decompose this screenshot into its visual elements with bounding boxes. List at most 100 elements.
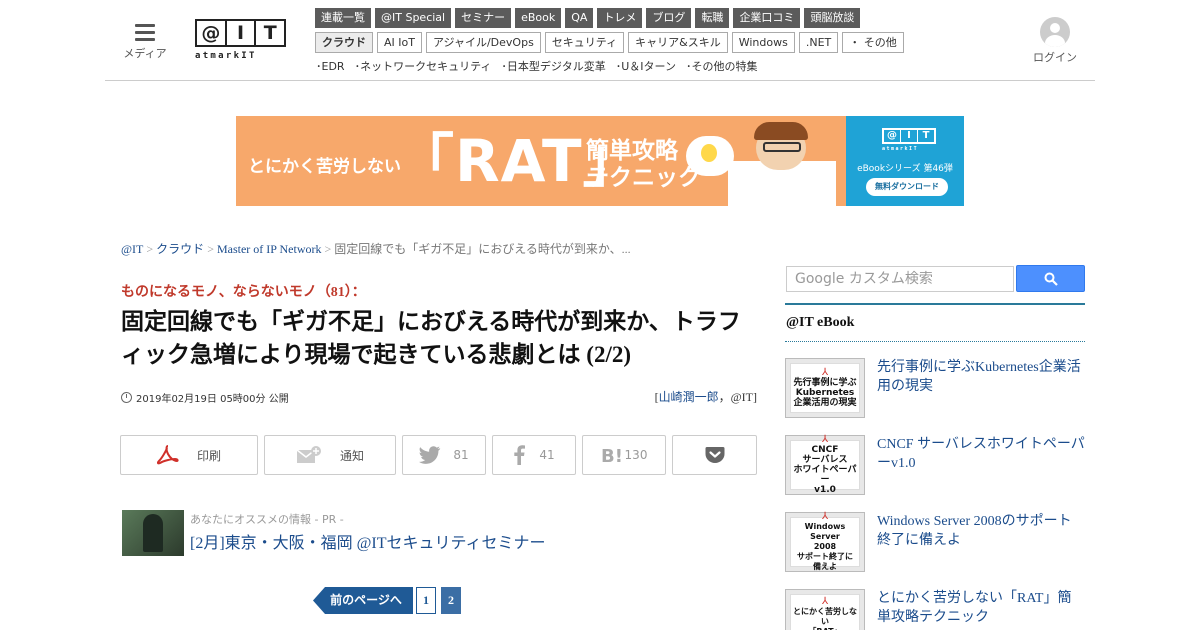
article-title: 固定回線でも「ギガ不足」におびえる時代が到来か、トラフィック急増により現場で起き… (121, 309, 741, 367)
ebook-item[interactable]: ⅄とにかく苦労しない 「RAT」 とにかく苦労しない「RAT」簡単攻略テクニック (785, 589, 1085, 630)
ad-banner[interactable]: とにかく苦労しない 「RAT」 簡単攻略 テクニック @ I T atmarkI… (236, 116, 964, 206)
banner-download-button[interactable]: 無料ダウンロード (866, 178, 948, 196)
banner-text-main: 簡単攻略 テクニック (586, 138, 701, 192)
breadcrumb-cloud[interactable]: クラウド (156, 242, 204, 256)
prev-page-button[interactable]: 前のページへ (313, 587, 413, 614)
breadcrumb-current: 固定回線でも「ギガ不足」におびえる時代が到来か、... (334, 242, 631, 256)
nav-others[interactable]: ・ その他 (842, 32, 904, 53)
hatena-bookmark-button[interactable]: B! 130 (582, 435, 666, 475)
author-link[interactable]: 山崎潤一郎 (659, 390, 719, 404)
hatena-count: 130 (624, 448, 648, 462)
nav-row-primary: 連載一覧 @IT Special セミナー eBook QA トレメ ブログ 転… (315, 8, 864, 28)
article-author: [山崎潤一郎，@IT] (655, 388, 757, 405)
nav-ai-iot[interactable]: AI IoT (377, 32, 422, 53)
pr-label: あなたにオススメの情報 - PR - (190, 513, 344, 526)
twitter-share-button[interactable]: 81 (402, 435, 486, 475)
ebook-cover-text: Windows Server 2008 サポート終了に 備えよ (797, 522, 853, 571)
search-icon (1044, 272, 1058, 286)
menu-label: メディア (123, 47, 167, 60)
author-rest: ，@IT] (718, 390, 757, 404)
ebook-title[interactable]: 先行事例に学ぶKubernetes企業活用の現実 (877, 358, 1085, 396)
user-avatar-icon (1040, 17, 1070, 47)
svg-text:B!: B! (601, 446, 623, 464)
lightbulb-icon (701, 144, 717, 162)
nav-windows[interactable]: Windows (731, 32, 795, 53)
nav-career[interactable]: 転職 (695, 8, 730, 28)
banner-ebook-panel: @ I T atmarkIT eBookシリーズ 第46弾 無料ダウンロード (846, 116, 964, 206)
breadcrumb-separator: > (207, 242, 214, 256)
hatena-icon: B! (601, 446, 623, 464)
nav-career-skill[interactable]: キャリア&スキル (628, 32, 728, 53)
ebook-cover[interactable]: ⅄ 先行事例に学ぶ Kubernetes 企業活用の現実 (785, 358, 865, 418)
menu-button[interactable]: メディア (120, 20, 170, 61)
nav-cloud[interactable]: クラウド (315, 32, 373, 53)
logo-letter: T (263, 22, 277, 44)
breadcrumb: @IT > クラウド > Master of IP Network > 固定回線でも「ギガ不… (121, 240, 631, 257)
ebook-title[interactable]: CNCF サーバレスホワイトペーパーv1.0 (877, 435, 1085, 473)
special-others[interactable]: ･その他の特集 (686, 58, 758, 74)
pdf-icon: ⅄ (821, 367, 829, 378)
login-button[interactable]: ログイン (1030, 17, 1080, 65)
sidebar-divider (785, 303, 1085, 305)
nav-company-reviews[interactable]: 企業口コミ (733, 8, 801, 28)
banner-logo-letter: @ (884, 130, 901, 142)
banner-text-line2: テクニック (586, 165, 701, 191)
person-glasses (763, 142, 801, 152)
ebook-title[interactable]: Windows Server 2008のサポート終了に備えよ (877, 512, 1085, 550)
ebook-cover-text: CNCF サーバレス ホワイトペーパー v1.0 (793, 445, 857, 495)
special-ui-turn[interactable]: ･U＆Iターン (616, 58, 676, 74)
clock-icon (121, 392, 132, 403)
special-network-security[interactable]: ･ネットワークセキュリティ (355, 58, 492, 74)
breadcrumb-master-of-ip[interactable]: Master of IP Network (217, 242, 322, 256)
pr-thumbnail-figure (143, 514, 163, 552)
atmarkit-logo[interactable]: @ I T atmarkIT (195, 19, 286, 62)
nav-zunou-houdan[interactable]: 頭脳放談 (804, 8, 861, 28)
pdf-icon: ⅄ (821, 596, 829, 607)
facebook-icon (513, 445, 526, 465)
nav-security[interactable]: セキュリティ (544, 32, 625, 53)
pdf-icon: ⅄ (821, 511, 829, 522)
facebook-share-button[interactable]: 41 (492, 435, 576, 475)
notify-button[interactable]: 通知 (264, 435, 396, 475)
special-edr[interactable]: ･EDR (316, 58, 345, 74)
ebook-cover[interactable]: ⅄ CNCF サーバレス ホワイトペーパー v1.0 (785, 435, 865, 495)
ebook-cover[interactable]: ⅄ Windows Server 2008 サポート終了に 備えよ (785, 512, 865, 572)
pr-link[interactable]: [2月]東京・大阪・福岡 @ITセキュリティセミナー (190, 529, 546, 553)
article-series[interactable]: ものになるモノ、ならないモノ（81）： (121, 281, 366, 301)
nav-toreme[interactable]: トレメ (597, 8, 643, 28)
facebook-count: 41 (539, 448, 555, 462)
ebook-cover-text: とにかく苦労しない 「RAT」 (793, 607, 857, 630)
google-search-input[interactable]: Google カスタム検索 (786, 266, 1014, 292)
special-dx[interactable]: ･日本型デジタル変革 (501, 58, 605, 74)
page-2-current: 2 (441, 587, 461, 614)
ebook-item[interactable]: ⅄ 先行事例に学ぶ Kubernetes 企業活用の現実 先行事例に学ぶKuber… (785, 358, 1085, 420)
nav-row-categories: クラウド AI IoT アジャイル/DevOps セキュリティ キャリア&スキル… (315, 32, 908, 53)
notify-label: 通知 (339, 448, 364, 463)
logo-letter: @ (197, 21, 227, 45)
banner-series: eBookシリーズ 第46弾 (857, 164, 953, 174)
mail-plus-icon (296, 446, 322, 464)
nav-blog[interactable]: ブログ (646, 8, 692, 28)
ebook-item[interactable]: ⅄ CNCF サーバレス ホワイトペーパー v1.0 CNCF サーバレスホワイト… (785, 435, 1085, 497)
print-button[interactable]: 印刷 (120, 435, 258, 475)
nav-it-special[interactable]: @IT Special (375, 8, 452, 28)
banner-logo-letter: I (901, 130, 918, 142)
nav-seminar[interactable]: セミナー (455, 8, 512, 28)
ebook-cover[interactable]: ⅄とにかく苦労しない 「RAT」 (785, 589, 865, 630)
nav-qa[interactable]: QA (565, 8, 594, 28)
nav-ebook[interactable]: eBook (515, 8, 562, 28)
breadcrumb-home[interactable]: @IT (121, 242, 143, 256)
twitter-icon (419, 446, 441, 464)
banner-logo-letter: T (922, 130, 930, 141)
header-divider (105, 80, 1095, 81)
ebook-title[interactable]: とにかく苦労しない「RAT」簡単攻略テクニック (877, 589, 1085, 627)
page-1-link[interactable]: 1 (416, 587, 436, 614)
search-button[interactable] (1016, 265, 1085, 292)
nav-dotnet[interactable]: .NET (798, 32, 839, 53)
pocket-button[interactable] (672, 435, 757, 475)
nav-agile-devops[interactable]: アジャイル/DevOps (425, 32, 541, 53)
ebook-item[interactable]: ⅄ Windows Server 2008 サポート終了に 備えよ Windows… (785, 512, 1085, 574)
nav-serials[interactable]: 連載一覧 (315, 8, 371, 28)
person-hair (754, 122, 808, 140)
banner-text-line1: 簡単攻略 (586, 138, 678, 164)
